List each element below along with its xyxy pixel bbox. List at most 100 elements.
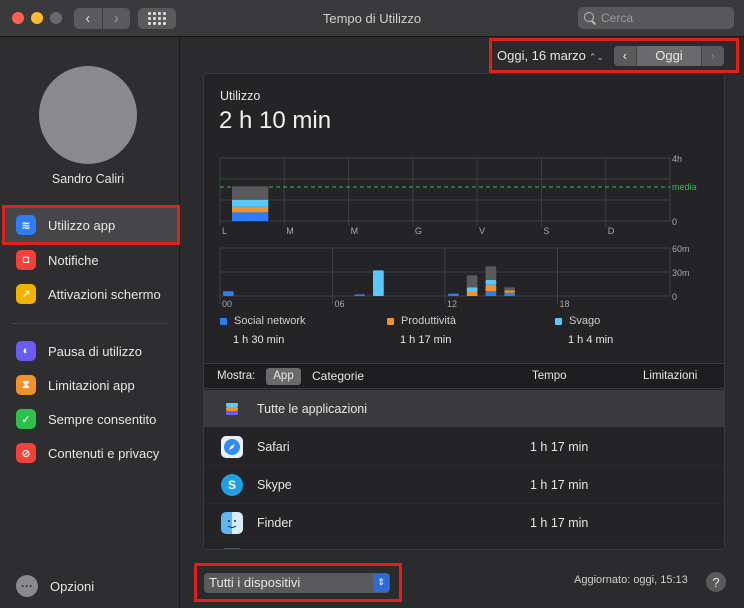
today-button[interactable]: Oggi <box>635 45 702 66</box>
legend-value: 1 h 17 min <box>400 334 452 346</box>
x-tick-label: G <box>415 226 422 236</box>
sidebar-item-downtime[interactable]: ◐ Pausa di utilizzo <box>4 333 178 369</box>
show-apps-tab[interactable]: App <box>266 368 301 385</box>
bar-segment <box>232 199 269 207</box>
bar-segment <box>223 291 234 296</box>
finder-icon <box>221 511 243 534</box>
y-tick-label: 0 <box>672 292 677 302</box>
legend-swatch <box>220 317 227 325</box>
sidebar-item-always-allowed[interactable]: ✓ Sempre consentito <box>4 401 178 437</box>
app-name: Tutte le applicazioni <box>257 401 368 416</box>
x-tick-label: D <box>608 226 615 236</box>
avatar <box>39 66 137 164</box>
x-tick-label: 00 <box>222 299 232 309</box>
legend-label: Produttività <box>401 315 457 327</box>
table-row[interactable]: Safari 1 h 17 min <box>204 428 724 466</box>
app-icon <box>221 548 243 549</box>
bar-segment <box>232 206 269 213</box>
layers-icon <box>221 397 243 420</box>
x-tick-label: L <box>222 226 227 236</box>
app-time: 1 h 17 min <box>530 477 589 492</box>
legend-label: Svago <box>569 315 601 327</box>
ellipsis-icon: ··· <box>16 575 38 597</box>
search-input[interactable]: Cerca <box>578 7 734 29</box>
chevron-left-icon[interactable]: ‹ <box>613 45 636 66</box>
show-label: Mostra: <box>217 370 256 382</box>
sidebar-item-app-usage[interactable]: ≋ Utilizzo app <box>2 205 180 245</box>
help-button[interactable]: ? <box>706 572 726 592</box>
date-selector[interactable]: Oggi, 16 marzo ⌃⌄ <box>497 48 604 63</box>
table-row[interactable]: Finder 1 h 17 min <box>204 504 724 542</box>
table-row[interactable]: S Skype 1 h 17 min <box>204 466 724 504</box>
usage-chart-svg: L M M G V S D 4h 0 media 00 06 12 18 60m 30m 0 <box>219 154 697 309</box>
x-tick-label: 06 <box>335 299 345 309</box>
sidebar-item-app-limits[interactable]: ⧗ Limitazioni app <box>4 367 178 403</box>
bar-segment <box>466 287 478 292</box>
bar-segment <box>373 270 384 296</box>
x-tick-label: V <box>479 226 485 236</box>
table-row-partial <box>204 542 724 549</box>
pickup-icon: ↗ <box>16 284 36 304</box>
sidebar-item-label: Limitazioni app <box>48 377 135 393</box>
sidebar-item-label: Contenuti e privacy <box>48 445 160 461</box>
compass-icon <box>221 435 243 458</box>
x-tick-label: M <box>286 226 294 236</box>
bar-segment <box>485 280 497 285</box>
x-tick-label: 18 <box>560 299 570 309</box>
sidebar-item-content-privacy[interactable]: ⊘ Contenuti e privacy <box>4 435 178 471</box>
usage-panel: Utilizzo 2 h 10 min L M M G V S D 4h 0 media 00 06 1… <box>203 73 725 550</box>
legend-productivity: Produttività <box>387 315 456 327</box>
legend-swatch <box>555 317 562 325</box>
sidebar-item-notifications[interactable]: ◘ Notifiche <box>4 242 178 278</box>
search-icon <box>584 12 596 24</box>
bar-segment <box>485 266 497 280</box>
device-label: Tutti i dispositivi <box>209 575 301 590</box>
x-tick-label: 12 <box>447 299 457 309</box>
sidebar-item-pickups[interactable]: ↗ Attivazioni schermo <box>4 276 178 312</box>
bar-segment <box>232 212 269 221</box>
legend-entertainment: Svago <box>555 315 600 327</box>
legend-value: 1 h 4 min <box>568 334 614 346</box>
sidebar-item-label: Utilizzo app <box>48 217 116 233</box>
device-selector-highlight: Tutti i dispositivi ⇕ <box>194 563 402 602</box>
updown-icon: ⌃⌄ <box>588 52 604 62</box>
app-name: Safari <box>257 439 290 454</box>
x-tick-label: S <box>543 226 549 236</box>
average-label: media <box>672 182 697 192</box>
bar-segment <box>354 294 365 296</box>
bar-segment <box>504 287 515 291</box>
username: Sandro Caliri <box>51 172 125 186</box>
show-categories-tab[interactable]: Categorie <box>312 369 364 383</box>
column-time[interactable]: Tempo <box>532 370 567 382</box>
layers-icon: ≋ <box>16 215 36 235</box>
legend-label: Social network <box>234 315 306 327</box>
sidebar: Sandro Caliri ≋ Utilizzo app ◘ Notifiche… <box>0 38 180 608</box>
search-placeholder: Cerca <box>601 11 634 25</box>
bar-segment <box>504 292 515 296</box>
legend-value: 1 h 30 min <box>233 334 285 346</box>
y-tick-label: 4h <box>672 154 682 164</box>
bar-segment <box>466 292 478 296</box>
bar-segment <box>504 290 515 293</box>
last-updated: Aggiornato: oggi, 15:13 <box>574 574 688 586</box>
downtime-icon: ◐ <box>16 341 36 361</box>
y-tick-label: 60m <box>672 244 690 254</box>
updown-icon: ⇕ <box>373 573 389 592</box>
sidebar-item-label: Sempre consentito <box>48 411 157 427</box>
table-row[interactable]: Tutte le applicazioni <box>204 390 724 428</box>
app-time: 1 h 17 min <box>530 515 589 530</box>
device-select[interactable]: Tutti i dispositivi ⇕ <box>204 572 390 593</box>
bar-segment <box>485 284 497 292</box>
skype-icon: S <box>221 473 243 496</box>
legend-social: Social network <box>220 315 306 327</box>
column-limits[interactable]: Limitazioni <box>643 370 697 382</box>
chevron-right-icon[interactable]: › <box>701 45 724 66</box>
bar-segment <box>448 293 459 296</box>
options-label: Opzioni <box>50 578 95 594</box>
bar-segment <box>232 186 269 200</box>
y-tick-label: 30m <box>672 268 690 278</box>
hourglass-icon: ⧗ <box>16 375 36 395</box>
date-label: Oggi, 16 marzo <box>497 48 586 63</box>
options-button[interactable]: ··· Opzioni <box>4 568 178 604</box>
bar-segment <box>485 291 497 296</box>
